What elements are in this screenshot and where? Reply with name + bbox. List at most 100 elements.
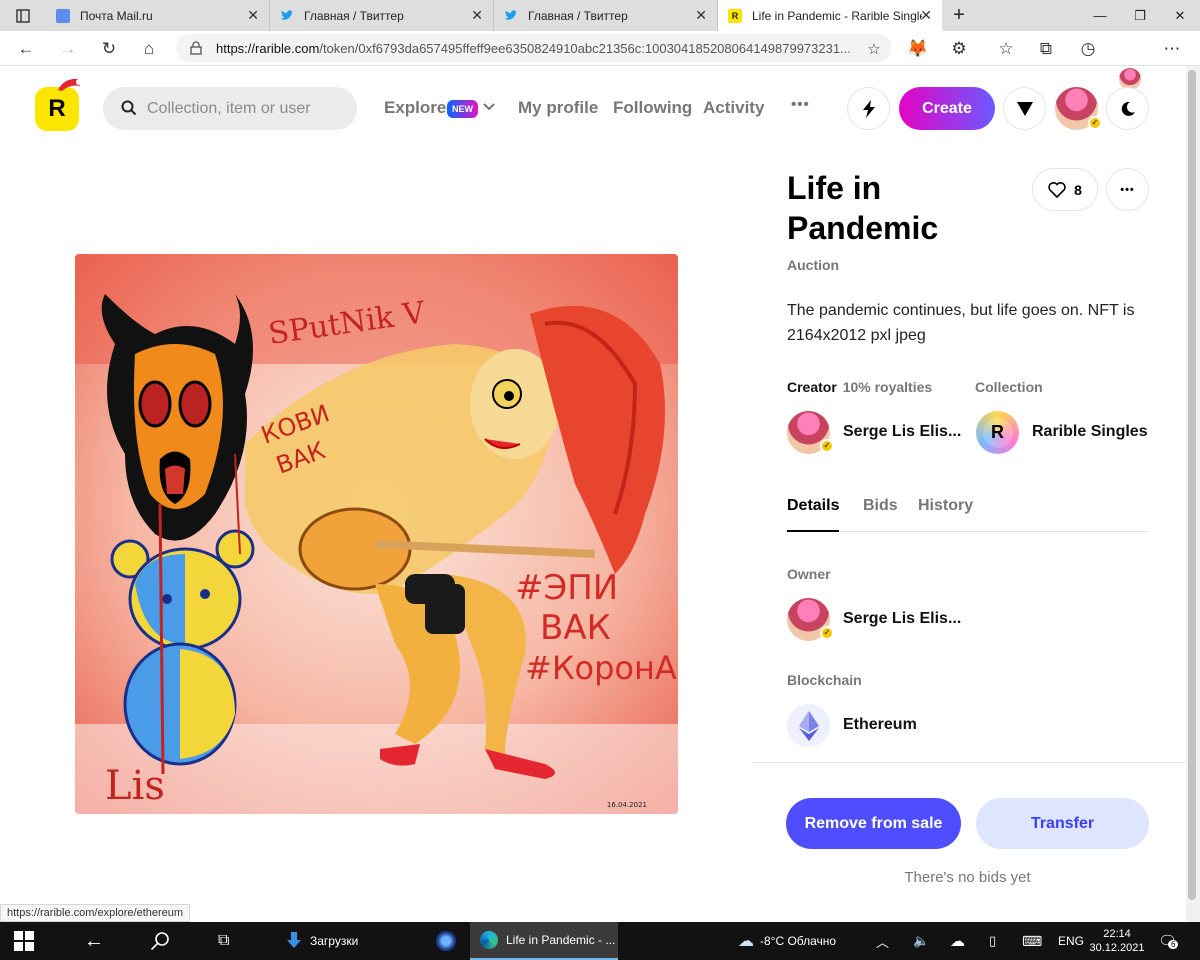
tabs-divider (787, 531, 1148, 532)
close-tab-icon[interactable]: ✕ (247, 7, 259, 24)
tab-mail[interactable]: Почта Mail.ru ✕ (46, 0, 270, 31)
blockchain-label: Blockchain (787, 672, 862, 688)
restore-icon[interactable]: ❐ (1120, 0, 1160, 31)
lightning-button[interactable] (847, 87, 890, 130)
new-tab-button[interactable]: + (942, 0, 976, 31)
language-indicator[interactable]: ENG (1058, 922, 1084, 960)
weather-widget[interactable]: ☁ -8°C Облачно (738, 922, 836, 960)
keyboard-icon[interactable]: ⌨ (1022, 922, 1042, 960)
close-tab-icon[interactable]: ✕ (920, 7, 932, 24)
collection-avatar[interactable]: R (976, 411, 1019, 454)
minimize-icon[interactable]: — (1080, 0, 1120, 31)
ethereum-logo (787, 704, 830, 747)
creator-name[interactable]: Serge Lis Elis... (843, 423, 961, 441)
system-clock[interactable]: 22:14 30.12.2021 (1089, 922, 1145, 960)
nav-more-icon[interactable]: ••• (791, 96, 810, 113)
like-button[interactable]: 8 (1032, 168, 1098, 211)
tab-title: Главная / Твиттер (528, 8, 628, 23)
nav-explore[interactable]: Explore (384, 98, 446, 118)
metamask-icon[interactable]: 🦊 (906, 37, 930, 61)
collections-icon[interactable]: ⧉ (1034, 37, 1058, 61)
collection-logo-letter: R (982, 417, 1013, 448)
weather-text: -8°C Облачно (760, 934, 837, 948)
close-window-icon[interactable]: ✕ (1160, 0, 1200, 31)
santa-hat-icon (58, 78, 82, 91)
nav-activity[interactable]: Activity (703, 98, 764, 118)
extensions-icon[interactable]: ⚙ (947, 37, 971, 61)
lightning-icon (862, 99, 875, 118)
refresh-icon[interactable]: ↻ (97, 37, 121, 61)
browser-menu-icon[interactable]: ⋯ (1160, 37, 1184, 61)
taskbar-active-app-label: Life in Pandemic - ... (506, 933, 616, 947)
taskbar-app-icon[interactable] (436, 922, 456, 960)
owner-name[interactable]: Serge Lis Elis... (843, 610, 961, 628)
mail-favicon-icon (56, 8, 70, 23)
taskbar-back-arrow-icon[interactable]: ← (84, 922, 104, 960)
home-icon[interactable]: ⌂ (137, 37, 161, 61)
tab-history[interactable]: History (918, 497, 973, 515)
collection-name[interactable]: Rarible Singles (1032, 423, 1148, 441)
clock-date: 30.12.2021 (1089, 942, 1145, 954)
verified-badge-icon: ✓ (1088, 116, 1102, 130)
nav-following[interactable]: Following (613, 98, 692, 118)
chevron-down-icon[interactable] (483, 103, 495, 111)
lock-icon[interactable] (190, 41, 202, 55)
task-view-icon[interactable]: ⧉ (218, 922, 229, 960)
back-arrow-icon[interactable]: ← (14, 37, 38, 61)
taskbar-app-edge[interactable]: Life in Pandemic - ... (470, 922, 618, 960)
token-title: Life in Pandemic (787, 170, 939, 246)
usb-device-icon[interactable]: ▯ (989, 922, 996, 960)
tray-chevron-up-icon[interactable]: ︿ (876, 922, 889, 960)
owner-label: Owner (787, 566, 831, 582)
nft-artwork-image[interactable]: SPutNik V КОВИ ВАК #ЭПИ ВАК #КоронА Lis … (75, 254, 678, 814)
taskbar-downloads-label: Загрузки (310, 934, 359, 948)
rarible-logo[interactable]: R (35, 87, 79, 131)
status-bar-url: https://rarible.com/explore/ethereum (0, 904, 191, 922)
notification-center-button[interactable]: 🗨 6 (1158, 922, 1179, 960)
send-triangle-icon (1016, 101, 1033, 116)
tab-title: Главная / Твиттер (304, 8, 404, 23)
tab-actions-button[interactable] (0, 0, 46, 31)
tab-twitter-2[interactable]: Главная / Твиттер ✕ (494, 0, 718, 31)
scrollbar-thumb[interactable] (1188, 70, 1196, 900)
windows-logo-icon (14, 931, 34, 951)
creator-label-text: Creator (787, 379, 837, 395)
tab-title: Почта Mail.ru (80, 8, 153, 23)
twitter-favicon-icon (505, 9, 517, 20)
tab-twitter-1[interactable]: Главная / Твиттер ✕ (270, 0, 494, 31)
blockchain-name: Ethereum (843, 716, 917, 733)
search-input[interactable]: Collection, item or user (103, 87, 357, 130)
history-icon[interactable]: ◷ (1076, 37, 1100, 61)
tab-rarible[interactable]: R Life in Pandemic - Rarible Singles ✕ (718, 0, 942, 31)
dark-mode-toggle[interactable] (1106, 87, 1149, 130)
tab-bids[interactable]: Bids (863, 497, 898, 515)
art-date: 16.04.2021 (607, 801, 647, 809)
forward-arrow-icon[interactable]: → (56, 37, 80, 61)
window-controls: — ❐ ✕ (1080, 0, 1200, 31)
ethereum-icon (798, 710, 819, 741)
favorite-star-icon[interactable]: ☆ (862, 37, 886, 61)
volume-icon[interactable]: 🔈 (913, 922, 929, 960)
address-bar[interactable]: https://rarible.com/token/0xf6793da65749… (176, 34, 892, 62)
tab-details[interactable]: Details (787, 497, 839, 515)
active-tab-underline (787, 530, 839, 532)
close-tab-icon[interactable]: ✕ (471, 7, 483, 24)
close-tab-icon[interactable]: ✕ (695, 7, 707, 24)
like-count: 8 (1074, 181, 1082, 198)
royalties: 10% royalties (842, 379, 933, 395)
windows-taskbar: ← ⧉ Загрузки Life in Pandemic - ... ☁ -8… (0, 922, 1200, 960)
verified-badge-icon: ✓ (820, 626, 834, 640)
remove-from-sale-button[interactable]: Remove from sale (786, 798, 961, 849)
start-button[interactable] (14, 922, 34, 960)
taskbar-app-downloads[interactable]: Загрузки (276, 922, 432, 960)
create-button[interactable]: Create (899, 87, 995, 130)
action-divider (752, 762, 1186, 763)
token-more-options-button[interactable]: ••• (1106, 168, 1149, 211)
collection-label: Collection (975, 379, 1043, 395)
wallet-send-button[interactable] (1003, 87, 1046, 130)
favorites-icon[interactable]: ☆ (994, 37, 1018, 61)
taskbar-search-button[interactable] (150, 922, 170, 960)
onedrive-cloud-icon[interactable]: ☁ (950, 922, 965, 960)
transfer-button[interactable]: Transfer (976, 798, 1149, 849)
nav-my-profile[interactable]: My profile (518, 98, 598, 118)
